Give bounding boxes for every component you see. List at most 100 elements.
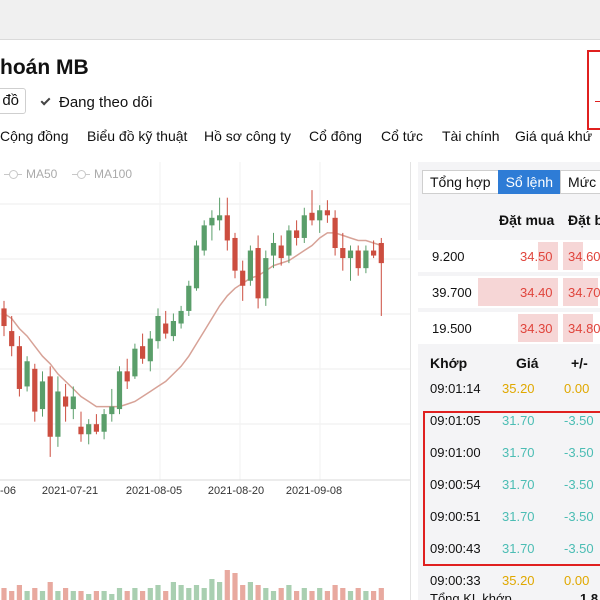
- volume-bar: [1, 588, 7, 600]
- candle-body: [263, 258, 269, 299]
- volume-bar: [363, 591, 369, 600]
- match-time: 09:01:14: [430, 381, 481, 396]
- volume-bar: [324, 591, 330, 600]
- volume-bar: [247, 582, 253, 600]
- tab-order-book[interactable]: Sổ lệnh: [497, 170, 562, 194]
- candle-body: [178, 310, 184, 324]
- candlestick-chart-area[interactable]: -06 2021-07-21 2021-08-05 2021-08-20 2021-09…: [0, 162, 410, 600]
- header-bid: Đặt mua: [499, 212, 555, 228]
- volume-bar: [16, 585, 22, 600]
- match-price: 35.20: [502, 573, 535, 588]
- candle-body: [309, 212, 315, 221]
- candle-body: [186, 285, 192, 311]
- x-tick-label: 2021-09-08: [286, 485, 342, 497]
- candle-body: [232, 237, 238, 271]
- candle-body: [116, 371, 123, 410]
- volume-bar: [309, 591, 315, 600]
- bid-price: 34.40: [520, 285, 553, 300]
- candle-body: [63, 396, 69, 407]
- volume-bar: [9, 591, 15, 600]
- candle-body: [70, 396, 76, 410]
- tab-price-history[interactable]: Giá quá khứ: [515, 128, 592, 144]
- candle-body: [109, 406, 115, 415]
- x-tick-label: 2021-07-21: [42, 485, 98, 497]
- candle-body: [255, 248, 261, 299]
- volume-bar: [294, 591, 300, 600]
- candle-body: [317, 210, 323, 221]
- volume-bar: [109, 594, 115, 600]
- match-price: 35.20: [502, 381, 535, 396]
- candle-body: [132, 348, 138, 377]
- highlight-box-matches: [423, 411, 600, 566]
- candle-body: [278, 245, 284, 259]
- tab-financials[interactable]: Tài chính: [442, 128, 500, 144]
- right-panel-tabs: Tổng hợp Sổ lệnh Mức: [422, 170, 600, 194]
- volume-bar: [332, 585, 338, 600]
- volume-bar: [155, 585, 161, 600]
- order-book-row[interactable]: 39.700 34.40 34.70: [418, 276, 600, 308]
- volume-bar: [347, 591, 354, 600]
- header-change: +/-: [571, 355, 588, 371]
- ask-price: 34.80: [568, 321, 600, 336]
- candle-body: [101, 414, 107, 432]
- tab-community[interactable]: Cộng đồng: [0, 128, 69, 144]
- volume-bar: [140, 591, 146, 600]
- volume-bar: [63, 588, 69, 600]
- volume-bar: [124, 591, 130, 600]
- tab-shareholders[interactable]: Cổ đông: [309, 128, 362, 144]
- x-tick-label: 2021-08-05: [126, 485, 182, 497]
- order-book-row[interactable]: 19.500 34.30 34.80: [418, 312, 600, 344]
- follow-label: Đang theo dõi: [59, 93, 153, 111]
- volume-bar: [101, 591, 107, 600]
- x-tick-label: 2021-08-20: [208, 485, 264, 497]
- volume-bar: [93, 591, 99, 600]
- tab-tech-chart[interactable]: Biểu đồ kỹ thuật: [87, 128, 187, 144]
- tab-dividends[interactable]: Cổ tức: [381, 128, 423, 144]
- tab-company[interactable]: Hồ sơ công ty: [204, 128, 291, 144]
- volume-bar: [286, 585, 292, 600]
- match-change: 0.00: [564, 573, 590, 588]
- candle-body: [224, 215, 230, 241]
- tab-level[interactable]: Mức: [560, 170, 600, 194]
- volume-bar: [209, 579, 215, 600]
- candle-body: [363, 250, 369, 269]
- chart-button[interactable]: đồ: [0, 88, 26, 114]
- candle-body: [193, 245, 200, 289]
- ask-price: 34.60: [568, 249, 600, 264]
- volume-bar: [132, 588, 138, 600]
- volume-bar: [24, 591, 30, 600]
- candle-body: [170, 321, 176, 337]
- volume-bar: [70, 591, 76, 600]
- volume-bar: [355, 588, 361, 600]
- tab-summary[interactable]: Tổng hợp: [422, 170, 499, 194]
- candle-body: [47, 376, 53, 437]
- volume-bar: [39, 591, 46, 600]
- volume-bar: [240, 585, 246, 600]
- volume-bar: [278, 588, 284, 600]
- candle-body: [124, 371, 130, 382]
- candle-body: [240, 270, 246, 286]
- volume-bar: [301, 588, 307, 600]
- volume-bar: [47, 582, 53, 600]
- candlestick-chart[interactable]: -06 2021-07-21 2021-08-05 2021-08-20 2021-09…: [0, 162, 410, 600]
- order-book-row[interactable]: 9.200 34.50 34.60: [418, 240, 600, 272]
- candle-body: [1, 308, 7, 327]
- volume-bar: [163, 591, 169, 600]
- candle-body: [140, 346, 146, 359]
- page-title: hoán MB: [0, 56, 89, 79]
- volume-bar: [232, 573, 238, 600]
- candle-body: [324, 210, 330, 216]
- candle-body: [32, 368, 38, 412]
- follow-button[interactable]: Đang theo dõi: [40, 91, 153, 113]
- header-match: Khớp: [430, 355, 468, 371]
- candle-body: [270, 242, 277, 256]
- volume-bar: [147, 588, 153, 600]
- highlight-box-top-right: [587, 50, 600, 130]
- volume-bar: [371, 591, 377, 600]
- candle-body: [201, 225, 207, 251]
- candle-body: [332, 217, 338, 249]
- volume-bar: [178, 585, 184, 600]
- volume-bar: [193, 585, 200, 600]
- volume-bar: [78, 591, 84, 600]
- candle-body: [86, 424, 92, 435]
